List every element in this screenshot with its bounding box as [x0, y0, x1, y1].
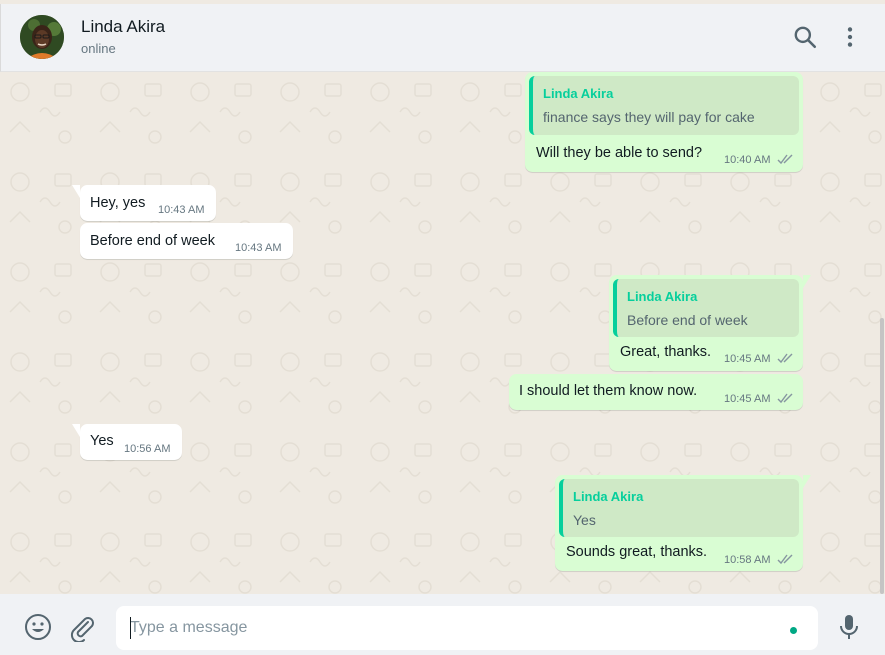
incoming-message[interactable]: Yes 10:56 AM — [72, 424, 182, 460]
outgoing-message[interactable]: I should let them know now. 10:45 AM — [509, 374, 803, 410]
attach-icon[interactable] — [68, 614, 96, 642]
quote-text: Before end of week — [627, 312, 748, 328]
quote-author: Linda Akira — [573, 489, 644, 504]
read-ticks-icon — [777, 353, 793, 364]
message-time: 10:45 AM — [724, 393, 771, 405]
message-time: 10:43 AM — [158, 204, 205, 216]
outgoing-message[interactable]: Linda Akira Yes Sounds great, thanks. 10… — [555, 475, 811, 571]
quote-author: Linda Akira — [627, 289, 698, 304]
quote-text: finance says they will pay for cake — [543, 109, 755, 125]
message-text: Hey, yes — [90, 195, 146, 211]
outgoing-message[interactable]: Linda Akira finance says they will pay f… — [525, 72, 803, 172]
message-input[interactable] — [116, 606, 818, 650]
message-time: 10:58 AM — [724, 554, 771, 566]
search-icon[interactable] — [792, 24, 818, 50]
message-time: 10:40 AM — [724, 154, 771, 166]
message-text: Yes — [90, 433, 114, 449]
message-list[interactable]: Linda Akira finance says they will pay f… — [0, 72, 885, 594]
incoming-message[interactable]: Before end of week 10:43 AM — [80, 223, 293, 259]
outgoing-message[interactable]: Linda Akira Before end of week Great, th… — [609, 275, 811, 371]
quoted-message[interactable]: Linda Akira Yes — [559, 479, 799, 537]
message-time: 10:43 AM — [235, 242, 282, 254]
contact-name[interactable]: Linda Akira — [81, 17, 165, 37]
incoming-message[interactable]: Hey, yes 10:43 AM — [72, 185, 216, 221]
input-status-dot — [790, 627, 797, 634]
menu-icon[interactable] — [837, 24, 863, 50]
message-time: 10:56 AM — [124, 443, 171, 455]
message-text: Great, thanks. — [620, 344, 712, 360]
quoted-message[interactable]: Linda Akira finance says they will pay f… — [529, 76, 799, 135]
message-text: I should let them know now. — [519, 383, 698, 399]
contact-status: online — [81, 41, 116, 56]
quoted-message[interactable]: Linda Akira Before end of week — [613, 279, 799, 337]
text-caret — [130, 617, 131, 639]
scrollbar[interactable] — [880, 318, 884, 594]
chat-header: Linda Akira online — [0, 4, 885, 72]
message-text: Before end of week — [90, 233, 215, 249]
read-ticks-icon — [777, 554, 793, 565]
read-ticks-icon — [777, 154, 793, 165]
microphone-icon[interactable] — [837, 613, 861, 641]
quote-author: Linda Akira — [543, 86, 614, 101]
contact-avatar[interactable] — [20, 15, 64, 59]
message-time: 10:45 AM — [724, 353, 771, 365]
composer-bar — [0, 594, 885, 655]
quote-text: Yes — [573, 512, 596, 528]
emoji-icon[interactable] — [24, 613, 52, 641]
message-text: Will they be able to send? — [536, 145, 703, 161]
message-text: Sounds great, thanks. — [566, 544, 708, 560]
read-ticks-icon — [777, 393, 793, 404]
